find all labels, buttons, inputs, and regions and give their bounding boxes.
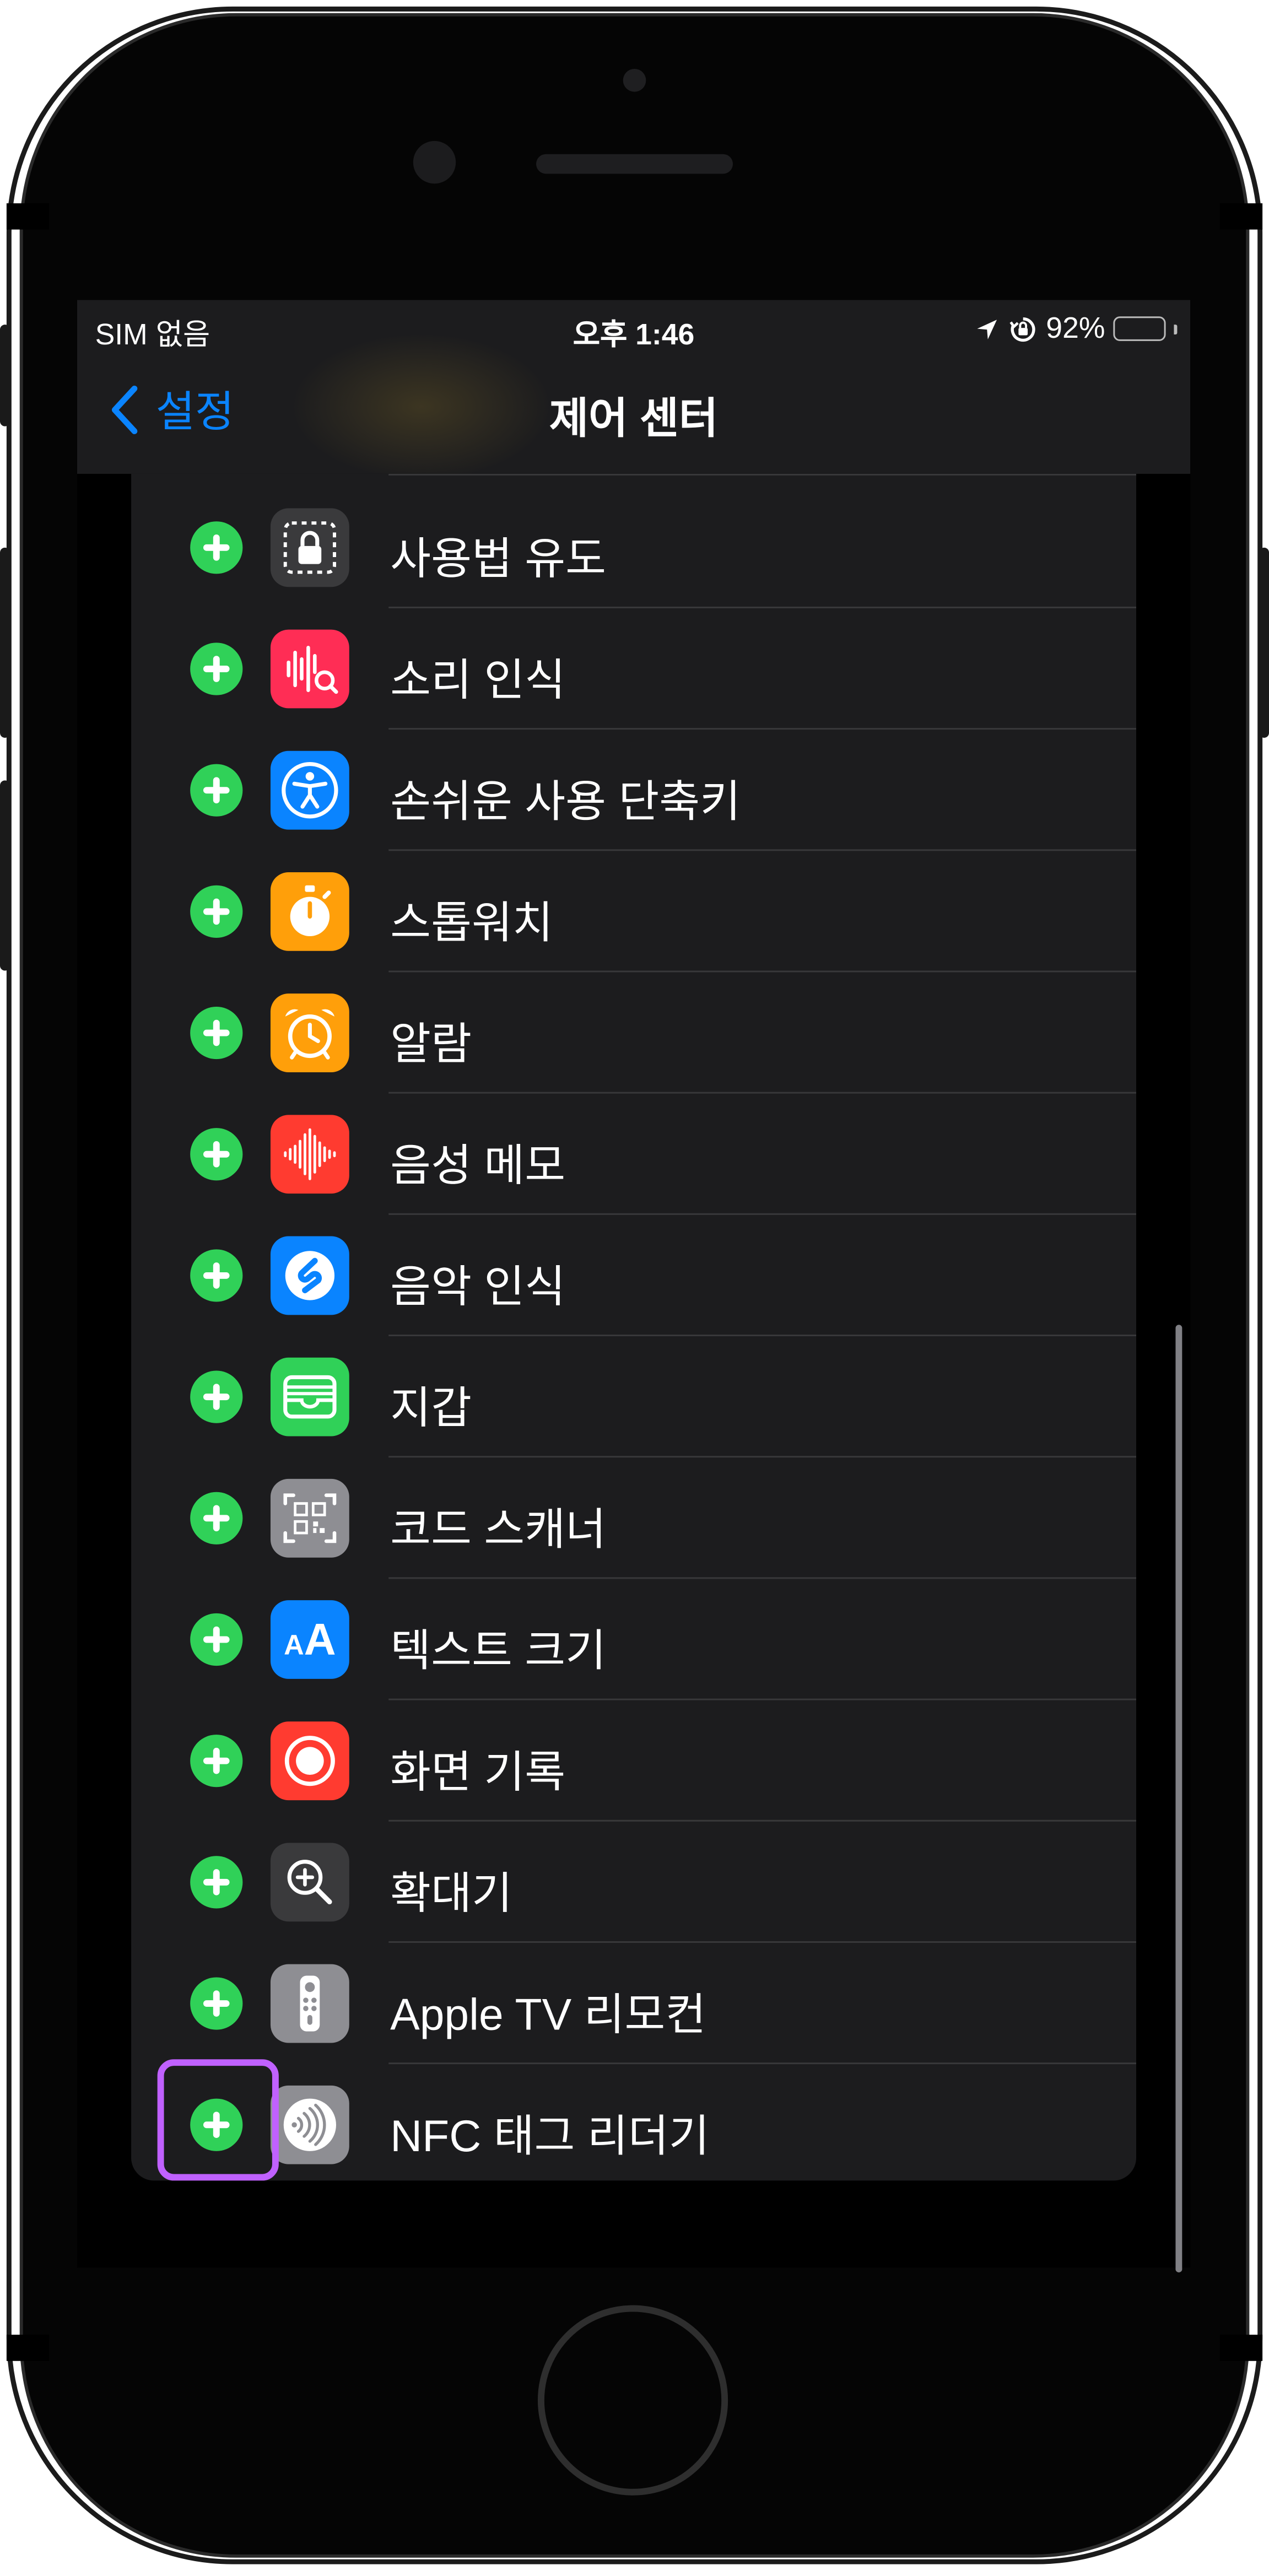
- item-label: 사용법 유도: [390, 534, 607, 584]
- volume-down-button: [0, 780, 10, 971]
- qr-code-icon: [270, 1478, 349, 1558]
- shazam-icon: [270, 1236, 349, 1315]
- item-label: 음성 메모: [390, 1141, 566, 1191]
- lock-icon: [270, 508, 349, 587]
- location-arrow-icon: [977, 318, 997, 339]
- item-label: 화면 기록: [390, 1747, 566, 1797]
- sound-recognition-icon: [270, 629, 349, 709]
- stopwatch-icon: [270, 872, 349, 951]
- waveform-icon: [270, 1115, 349, 1194]
- add-control-button[interactable]: [190, 1492, 243, 1544]
- device-frame: SIM 없음 오후 1:46 92% 설정 제어 센터 사용법 유도 소리 인식…: [0, 0, 1269, 2576]
- magnifier-icon: [270, 1843, 349, 1922]
- more-controls-list: 사용법 유도 소리 인식 손쉬운 사용 단축키 스톱워치 알람 음성 메모 음악…: [131, 473, 1137, 2181]
- screen-record-icon: [270, 1721, 349, 1801]
- add-control-button[interactable]: [190, 1613, 243, 1666]
- item-label: 확대기: [390, 1869, 512, 1919]
- list-item: NFC 태그 리더기: [131, 2064, 1136, 2180]
- orientation-lock-icon: [1009, 316, 1035, 341]
- earpiece-speaker: [536, 154, 733, 174]
- list-item: 사용법 유도: [131, 487, 1137, 608]
- accessibility-icon: [270, 750, 349, 830]
- antenna-band: [1219, 2335, 1263, 2361]
- item-label: NFC 태그 리더기: [390, 2111, 710, 2161]
- item-label: 손쉬운 사용 단축키: [390, 777, 741, 827]
- item-label: 알람: [390, 1019, 472, 1070]
- tv-remote-icon: [270, 1964, 349, 2043]
- list-item: 손쉬운 사용 단축키: [131, 730, 1137, 851]
- add-control-button[interactable]: [190, 764, 243, 817]
- mute-switch: [0, 325, 10, 426]
- item-label: 음악 인식: [390, 1262, 566, 1312]
- item-label: 코드 스캐너: [390, 1505, 607, 1554]
- status-bar: SIM 없음 오후 1:46 92%: [77, 300, 1190, 359]
- list-item: 알람: [131, 972, 1137, 1094]
- navigation-bar: SIM 없음 오후 1:46 92% 설정 제어 센터: [77, 300, 1191, 474]
- page-title: 제어 센터: [549, 393, 719, 443]
- list-item: 화면 기록: [131, 1700, 1137, 1822]
- alarm-clock-icon: [270, 993, 349, 1072]
- item-label: 텍스트 크기: [390, 1626, 607, 1676]
- list-item: 음악 인식: [131, 1215, 1137, 1337]
- list-item: Apple TV 리모컨: [131, 1943, 1137, 2065]
- add-control-button[interactable]: [190, 1249, 243, 1302]
- list-item: 지갑: [131, 1336, 1137, 1458]
- nfc-icon: [270, 2085, 349, 2164]
- list-item: 확대기: [131, 1822, 1137, 1943]
- add-control-button[interactable]: [190, 1006, 243, 1060]
- antenna-band: [6, 2335, 50, 2361]
- list-item: 소리 인식: [131, 608, 1137, 730]
- item-label: 지갑: [390, 1384, 472, 1433]
- item-label: 스톱워치: [390, 898, 553, 948]
- proximity-sensor: [623, 68, 646, 92]
- add-control-button[interactable]: [190, 885, 243, 938]
- scroll-indicator[interactable]: [1175, 1325, 1182, 2273]
- add-control-button[interactable]: [190, 1128, 243, 1181]
- screen: SIM 없음 오후 1:46 92% 설정 제어 센터 사용법 유도 소리 인식…: [77, 300, 1191, 2268]
- home-button[interactable]: [537, 2305, 728, 2496]
- list-item: 코드 스캐너: [131, 1457, 1137, 1579]
- add-control-button[interactable]: [190, 642, 243, 695]
- item-label: Apple TV 리모컨: [390, 1990, 706, 2040]
- power-button: [1259, 547, 1269, 738]
- antenna-band: [6, 203, 50, 230]
- list-item: AA 텍스트 크기: [131, 1579, 1137, 1700]
- antenna-band: [1219, 203, 1263, 230]
- highlight-box: [157, 2059, 279, 2181]
- status-right: 92%: [974, 311, 1178, 345]
- volume-up-button: [0, 547, 10, 738]
- add-control-button[interactable]: [190, 1856, 243, 1909]
- list-item: 스톱워치: [131, 851, 1137, 973]
- item-label: 소리 인식: [390, 656, 566, 705]
- add-control-button[interactable]: [190, 1977, 243, 2030]
- battery-icon: [1113, 316, 1166, 341]
- wallet-icon: [270, 1357, 349, 1436]
- list-item: 음성 메모: [131, 1094, 1137, 1215]
- text-size-icon: AA: [270, 1600, 349, 1679]
- add-control-button[interactable]: [190, 1735, 243, 1787]
- battery-nub: [1174, 323, 1178, 334]
- front-camera: [413, 141, 456, 184]
- separator: [388, 473, 1137, 476]
- add-control-button[interactable]: [190, 521, 243, 574]
- add-control-button[interactable]: [190, 1370, 243, 1423]
- battery-percent: 92%: [1046, 311, 1105, 344]
